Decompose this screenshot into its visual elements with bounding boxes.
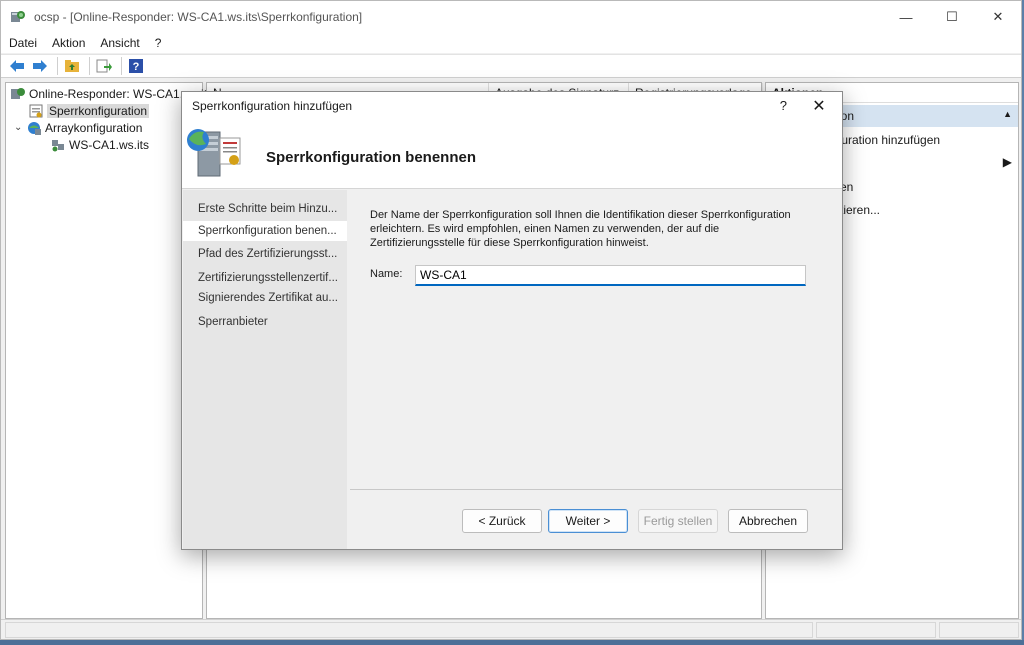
up-folder-icon[interactable] bbox=[62, 56, 82, 76]
tree-item-label: Arraykonfiguration bbox=[45, 120, 143, 135]
tree-item-label: WS-CA1.ws.its bbox=[69, 137, 150, 152]
menu-bar: Datei Aktion Ansicht ? bbox=[1, 33, 1021, 53]
status-segment bbox=[5, 622, 813, 638]
dialog-header: Sperrkonfiguration benennen bbox=[182, 120, 842, 189]
step-ca-certificate[interactable]: Zertifizierungsstellenzertif... bbox=[198, 272, 338, 284]
maximize-button[interactable]: ☐ bbox=[929, 1, 975, 33]
title-bar: ocsp - [Online-Responder: WS-CA1.ws.its\… bbox=[1, 1, 1021, 33]
description-text: Der Name der Sperrkonfiguration soll Ihn… bbox=[370, 209, 791, 249]
tree-item-ws-ca1[interactable]: WS-CA1.ws.its bbox=[50, 136, 149, 153]
status-bar bbox=[1, 619, 1021, 639]
step-revocation-provider[interactable]: Sperranbieter bbox=[198, 316, 338, 328]
step-name-config[interactable]: Sperrkonfiguration benen... bbox=[183, 221, 347, 241]
toolbar-separator bbox=[57, 57, 58, 75]
console-tree: Online-Responder: WS-CA1.ws.its Sperrkon… bbox=[5, 82, 213, 619]
back-button[interactable]: < Zurück bbox=[462, 509, 542, 533]
menu-aktion[interactable]: Aktion bbox=[52, 36, 85, 50]
revocation-config-icon bbox=[29, 104, 43, 117]
toolbar-separator bbox=[89, 57, 90, 75]
ocsp-server-icon bbox=[11, 87, 25, 99]
step-signing-certificate[interactable]: Signierendes Zertifikat au... bbox=[198, 292, 338, 304]
status-segment bbox=[939, 622, 1019, 638]
collapse-arrow-icon: ▲ bbox=[1003, 109, 1012, 119]
toolbar: ? bbox=[1, 54, 1021, 78]
tree-item-sperrkonfiguration[interactable]: Sperrkonfiguration bbox=[28, 102, 150, 119]
close-window-button[interactable]: ✕ bbox=[975, 1, 1021, 33]
ocsp-app-icon bbox=[11, 11, 25, 22]
dialog-title-bar: Sperrkonfiguration hinzufügen ? ✕ bbox=[182, 92, 842, 120]
minimize-button[interactable]: — bbox=[883, 1, 929, 33]
finish-button[interactable]: Fertig stellen bbox=[638, 509, 718, 533]
name-input[interactable] bbox=[415, 265, 806, 286]
array-member-icon bbox=[52, 139, 64, 151]
export-list-icon[interactable] bbox=[94, 56, 114, 76]
menu-ansicht[interactable]: Ansicht bbox=[100, 36, 139, 50]
dialog-title: Sperrkonfiguration hinzufügen bbox=[192, 99, 353, 113]
menu-help[interactable]: ? bbox=[155, 36, 162, 50]
submenu-arrow-icon: ▶ bbox=[1002, 155, 1012, 169]
step-getting-started[interactable]: Erste Schritte beim Hinzu... bbox=[198, 203, 338, 215]
add-revocation-config-dialog: Sperrkonfiguration hinzufügen ? ✕ Sperrk… bbox=[181, 91, 843, 550]
window-title: ocsp - [Online-Responder: WS-CA1.ws.its\… bbox=[34, 10, 363, 24]
forward-arrow-icon[interactable] bbox=[30, 56, 50, 76]
name-label: Name: bbox=[370, 268, 403, 280]
desktop-strip bbox=[0, 640, 1024, 645]
svg-text:?: ? bbox=[133, 61, 140, 73]
back-arrow-icon[interactable] bbox=[7, 56, 27, 76]
cancel-button[interactable]: Abbrechen bbox=[728, 509, 808, 533]
next-button[interactable]: Weiter > bbox=[548, 509, 628, 533]
wizard-page-heading: Sperrkonfiguration benennen bbox=[266, 149, 477, 166]
tree-item-arraykonfiguration[interactable]: ⌄ Arraykonfiguration bbox=[14, 119, 142, 136]
wizard-content: Der Name der Sperrkonfiguration soll Ihn… bbox=[350, 190, 842, 490]
tree-item-label: Sperrkonfiguration bbox=[47, 103, 150, 118]
dialog-close-button[interactable]: ✕ bbox=[806, 95, 832, 117]
menu-datei[interactable]: Datei bbox=[9, 36, 37, 50]
chevron-down-icon[interactable]: ⌄ bbox=[14, 122, 26, 133]
server-certificate-icon bbox=[187, 129, 241, 177]
help-icon[interactable]: ? bbox=[126, 56, 146, 76]
status-segment bbox=[816, 622, 936, 638]
step-ca-path[interactable]: Pfad des Zertifizierungsst... bbox=[198, 248, 338, 260]
dialog-help-button[interactable]: ? bbox=[780, 98, 787, 113]
wizard-steps: Erste Schritte beim Hinzu... Sperrkonfig… bbox=[183, 190, 347, 549]
toolbar-separator bbox=[121, 57, 122, 75]
action-add-config[interactable]: iguration hinzufügen bbox=[832, 133, 940, 147]
array-config-icon bbox=[28, 121, 41, 135]
